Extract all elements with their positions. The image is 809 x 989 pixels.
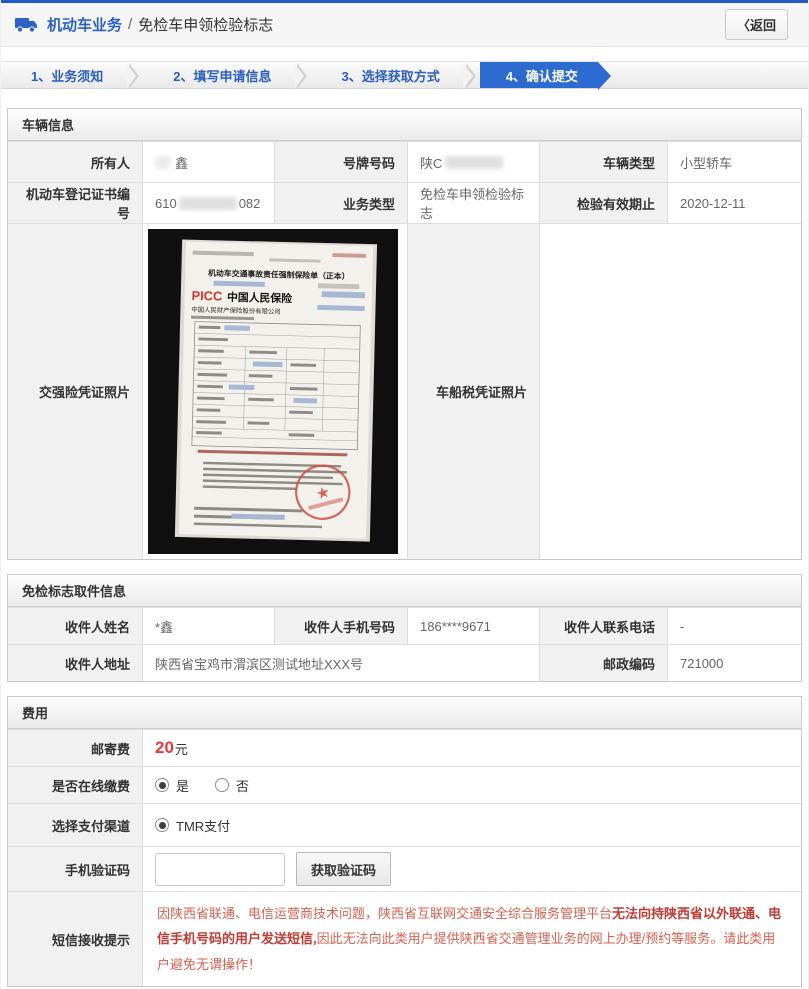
pickup-row-1: 收件人姓名 *鑫 收件人手机号码 186****9671 收件人联系电话 - — [8, 607, 801, 644]
vehicle-info-section: 车辆信息 所有人 鑫 号牌号码 陕C 车辆类型 小型轿车 机动车登记证书编号 6… — [7, 108, 802, 560]
step-separator-icon — [294, 62, 311, 89]
recipient-phone-value: - — [667, 608, 801, 644]
sms-tip-text-1: 因陕西省联通、电信运营商技术问题，陕西省互联网交通安全综合服务管理平台 — [157, 906, 613, 921]
pay-channel-row: 选择支付渠道 TMR支付 — [8, 803, 801, 846]
reg-cert-value: 610 082 — [142, 183, 274, 223]
privacy-mask — [178, 196, 237, 210]
online-pay-value: 是 否 — [142, 767, 801, 803]
business-type-label: 业务类型 — [274, 183, 407, 223]
step-4-confirm-submit: 4、确认提交 — [479, 62, 612, 90]
plate-value: 陕C — [407, 142, 539, 182]
page-header: 机动车业务 / 免检车申领检验标志 〈返回 — [1, 3, 808, 47]
pay-channel-tmr-label[interactable]: TMR支付 — [176, 816, 230, 835]
online-pay-yes-label[interactable]: 是 — [176, 776, 189, 795]
radio-checked-icon[interactable] — [155, 778, 169, 792]
recipient-name-value: *鑫 — [142, 608, 274, 644]
radio-checked-icon[interactable] — [155, 818, 169, 832]
tax-photo-cell-empty — [539, 224, 801, 559]
sms-tip-label: 短信接收提示 — [8, 892, 142, 987]
insurance-photo: 机动车交通事故责任强制保险单（正本） PICC 中国人民保险 中国人民财产保险股… — [148, 229, 398, 554]
online-pay-no-label[interactable]: 否 — [236, 776, 249, 795]
owner-value-text: 鑫 — [175, 155, 189, 171]
privacy-mask — [155, 155, 171, 169]
app-title: 机动车业务 — [47, 17, 123, 34]
pickup-info-section: 免检标志取件信息 收件人姓名 *鑫 收件人手机号码 186****9671 收件… — [7, 574, 802, 682]
page: 机动车业务 / 免检车申领检验标志 〈返回 1、业务须知 2、填写申请信息 3、… — [0, 0, 809, 989]
vehicle-row-2: 机动车登记证书编号 610 082 业务类型 免检车申领检验标志 检验有效期止 2… — [8, 182, 801, 223]
pay-channel-value: TMR支付 — [142, 804, 801, 846]
online-pay-label: 是否在线缴费 — [8, 767, 142, 803]
recipient-address-label: 收件人地址 — [8, 645, 142, 681]
step-1-notice: 1、业务须知 — [1, 62, 129, 88]
valid-until-label: 检验有效期止 — [539, 183, 667, 223]
recipient-address-value: 陕西省宝鸡市渭滨区测试地址XXX号 — [142, 645, 539, 681]
pickup-row-2: 收件人地址 陕西省宝鸡市渭滨区测试地址XXX号 邮政编码 721000 — [8, 644, 801, 681]
recipient-mobile-value: 186****9671 — [407, 608, 539, 644]
sms-code-row: 手机验证码 获取验证码 — [8, 846, 801, 891]
online-pay-radio-group: 是 否 — [155, 776, 249, 795]
step-2-fill-info: 2、填写申请信息 — [143, 62, 297, 88]
step-3-label: 3、选择获取方式 — [341, 68, 440, 84]
postage-amount: 20 — [155, 738, 174, 757]
privacy-mask — [445, 155, 504, 169]
sms-tip-row: 短信接收提示 因陕西省联通、电信运营商技术问题，陕西省互联网交通安全综合服务管理… — [8, 891, 801, 987]
pay-channel-option-tmr[interactable]: TMR支付 — [155, 816, 230, 835]
vehicle-type-label: 车辆类型 — [539, 142, 667, 182]
back-button[interactable]: 〈返回 — [724, 9, 788, 40]
vehicle-photo-row: 交强险凭证照片 机动车交通事故责任强制保险单（正本） PICC 中国人民保险 中… — [8, 223, 801, 559]
owner-value: 鑫 — [142, 142, 274, 182]
get-code-button[interactable]: 获取验证码 — [296, 852, 392, 886]
online-pay-row: 是否在线缴费 是 否 — [8, 766, 801, 803]
truck-icon — [15, 16, 39, 33]
radio-unchecked-icon[interactable] — [215, 778, 230, 792]
postage-unit: 元 — [174, 741, 188, 757]
insurance-photo-label: 交强险凭证照片 — [8, 224, 142, 559]
step-bar: 1、业务须知 2、填写申请信息 3、选择获取方式 4、确认提交 — [1, 61, 808, 90]
step-separator-icon — [462, 62, 480, 89]
plate-value-text: 陕C — [420, 155, 443, 171]
fee-section: 费用 邮寄费 20 元 是否在线缴费 是 否 选择支付渠道 TMR支付 手机验证… — [7, 696, 802, 988]
fee-header: 费用 — [8, 697, 801, 729]
vehicle-info-header: 车辆信息 — [8, 109, 801, 141]
pickup-info-header: 免检标志取件信息 — [8, 575, 801, 607]
online-pay-option-no[interactable]: 否 — [215, 776, 249, 795]
valid-until-value: 2020-12-11 — [667, 183, 801, 223]
sms-code-label: 手机验证码 — [8, 847, 142, 891]
insurance-photo-cell: 机动车交通事故责任强制保险单（正本） PICC 中国人民保险 中国人民财产保险股… — [142, 224, 407, 559]
owner-label: 所有人 — [8, 142, 142, 182]
sms-code-input[interactable] — [155, 852, 285, 886]
vehicle-row-1: 所有人 鑫 号牌号码 陕C 车辆类型 小型轿车 — [8, 141, 801, 182]
online-pay-option-yes[interactable]: 是 — [155, 776, 189, 795]
vehicle-type-value: 小型轿车 — [667, 142, 801, 182]
recipient-name-label: 收件人姓名 — [8, 608, 142, 644]
recipient-mobile-label: 收件人手机号码 — [274, 608, 407, 644]
sms-tip-value: 因陕西省联通、电信运营商技术问题，陕西省互联网交通安全综合服务管理平台无法向持陕… — [142, 892, 801, 987]
pay-channel-label: 选择支付渠道 — [8, 804, 142, 846]
sms-code-value-cell: 获取验证码 — [142, 847, 801, 891]
page-title: 免检车申领检验标志 — [138, 17, 274, 34]
step-4-label: 4、确认提交 — [505, 68, 578, 84]
reg-cert-suffix: 082 — [238, 195, 261, 211]
zip-code-value: 721000 — [667, 645, 801, 681]
back-chevron-icon: 〈 — [736, 18, 750, 33]
breadcrumb-separator: / — [128, 16, 133, 33]
back-button-label: 返回 — [749, 18, 776, 33]
postage-label: 邮寄费 — [8, 730, 142, 766]
business-type-value: 免检车申领检验标志 — [407, 183, 539, 223]
tax-photo-label: 车船税凭证照片 — [407, 224, 539, 559]
recipient-phone-label: 收件人联系电话 — [539, 608, 667, 644]
postage-row: 邮寄费 20 元 — [8, 729, 801, 766]
plate-label: 号牌号码 — [274, 142, 407, 182]
zip-code-label: 邮政编码 — [539, 645, 667, 681]
reg-cert-label: 机动车登记证书编号 — [8, 183, 142, 223]
photo-picc-logo: PICC — [191, 288, 222, 304]
step-2-label: 2、填写申请信息 — [173, 68, 272, 84]
step-3-pickup-method: 3、选择获取方式 — [311, 62, 465, 88]
step-separator-icon — [126, 62, 143, 89]
postage-value: 20 元 — [142, 730, 801, 766]
step-1-label: 1、业务须知 — [31, 68, 104, 84]
reg-cert-prefix: 610 — [155, 195, 177, 211]
